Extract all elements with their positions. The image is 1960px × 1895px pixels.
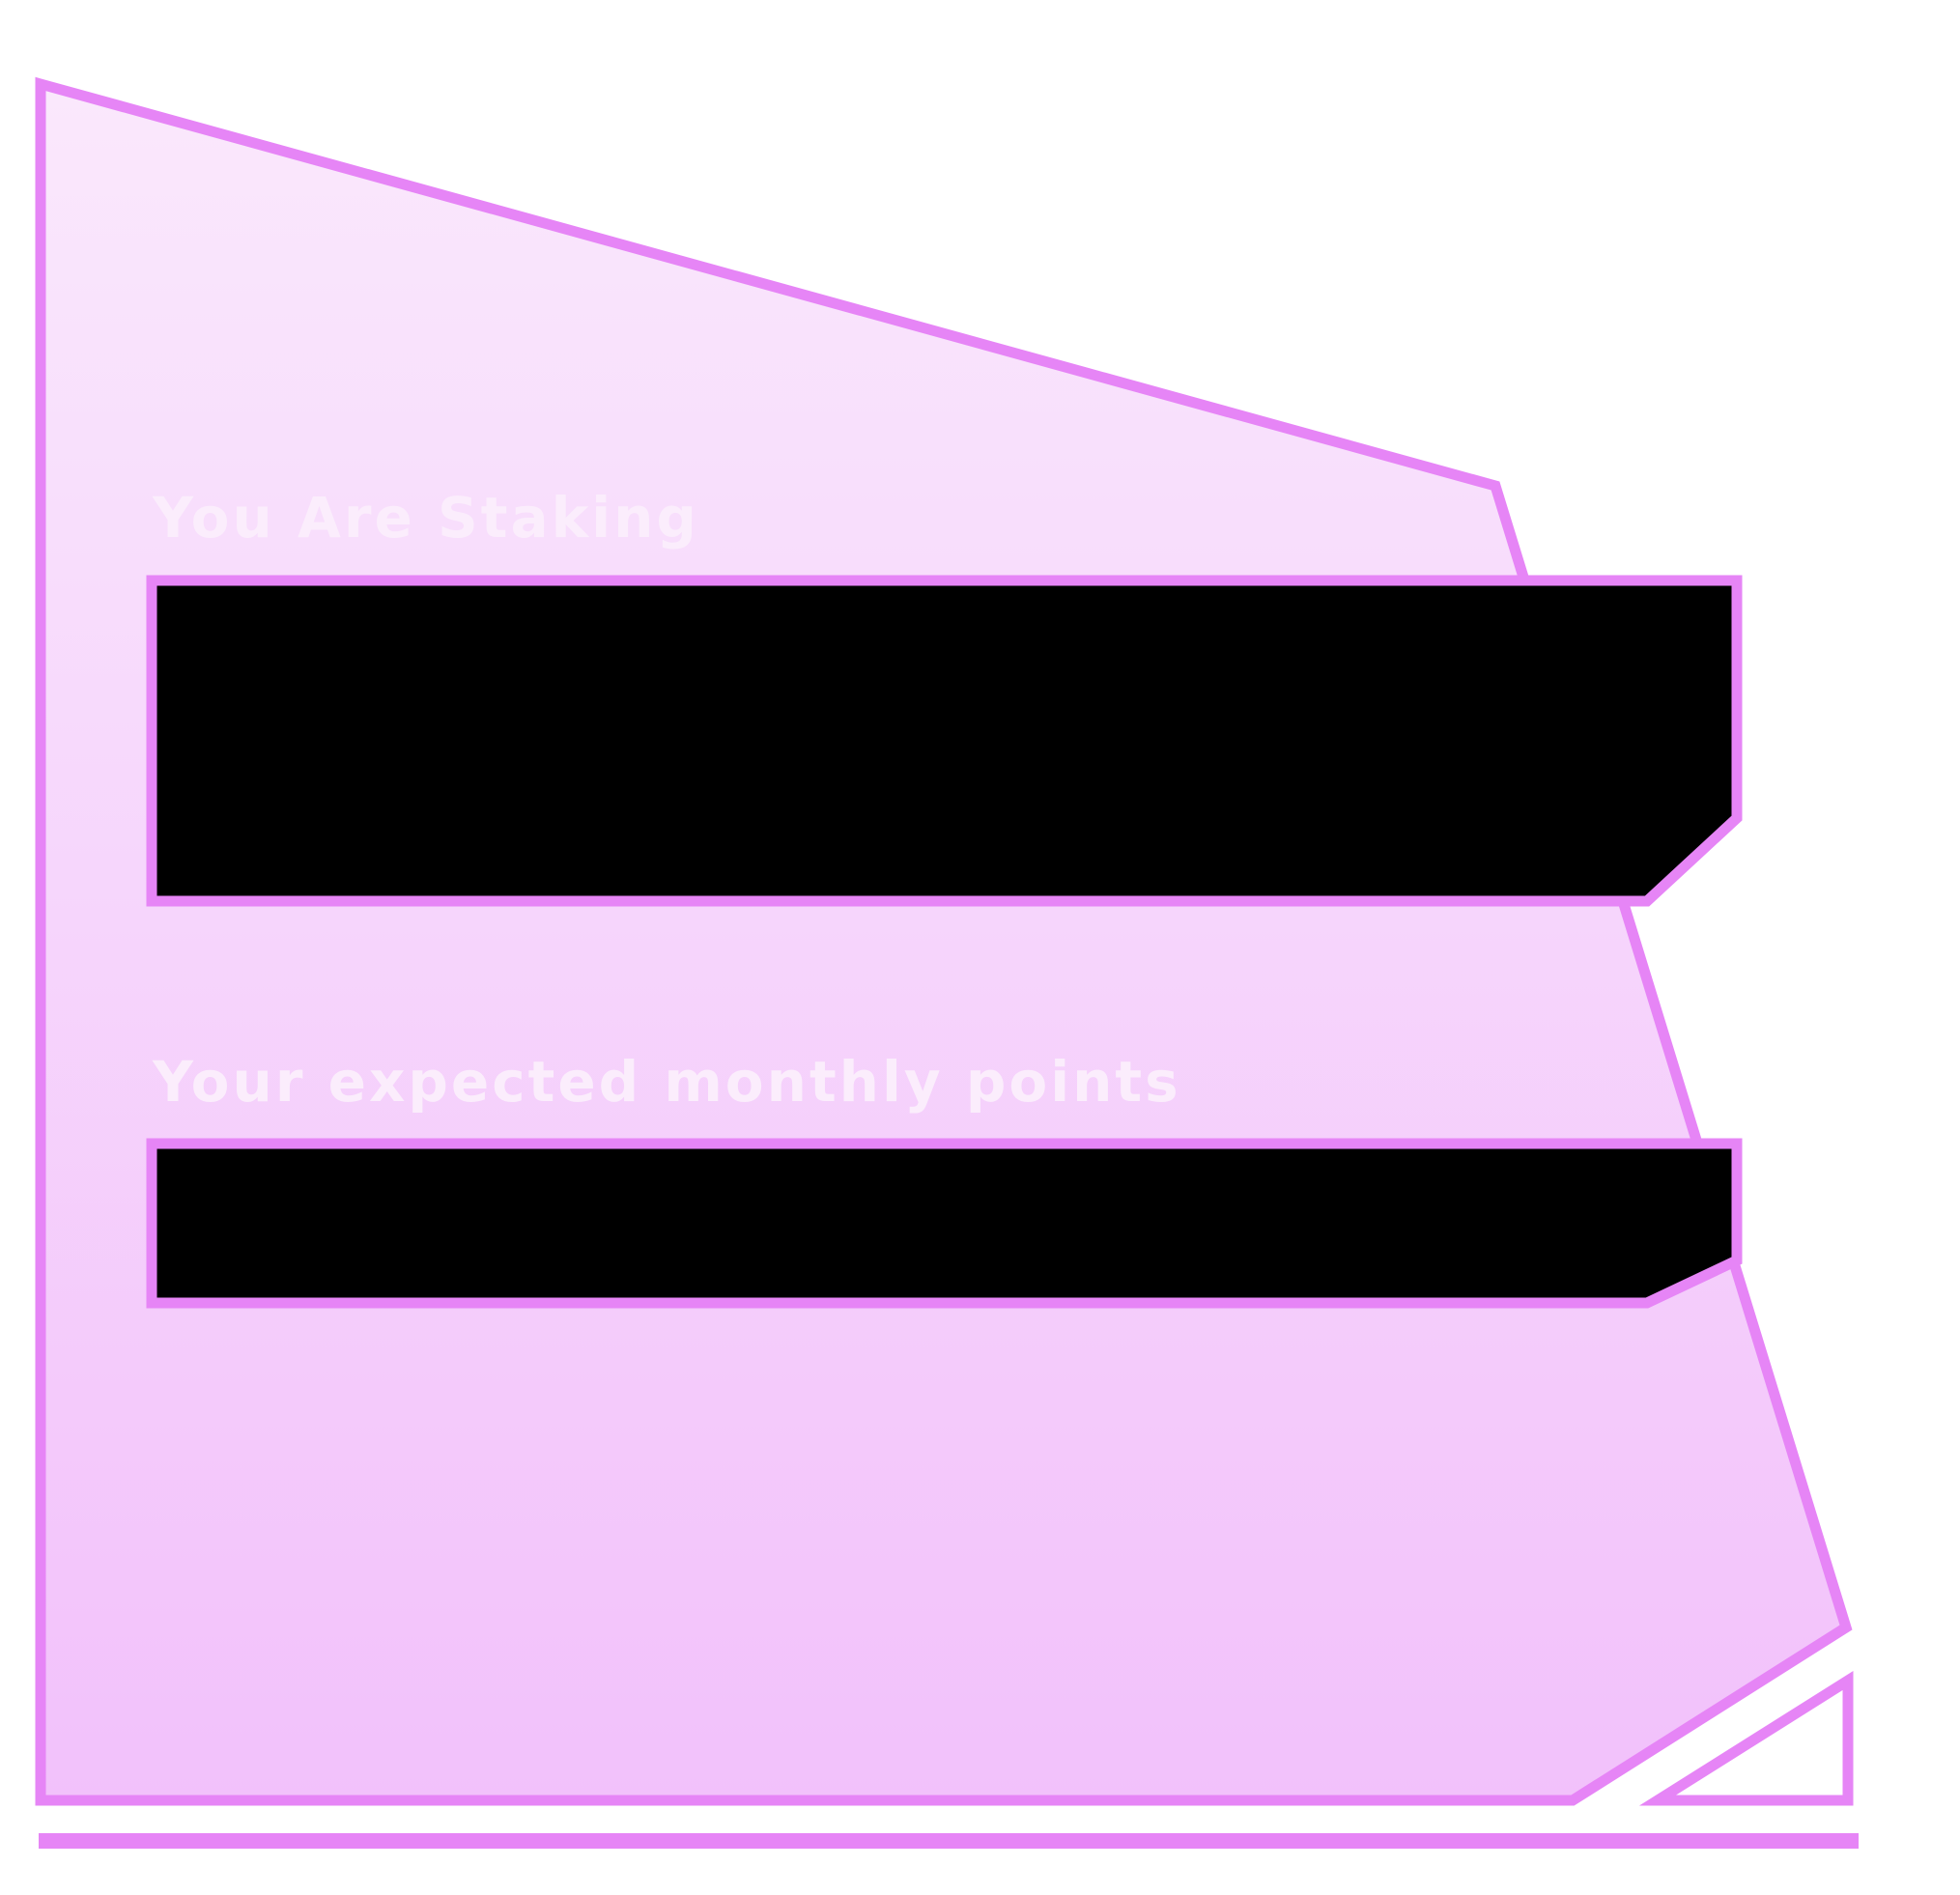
staking-label: You Are Staking [152, 485, 699, 551]
card-panel [35, 76, 1853, 1806]
staking-card: You Are Staking Your expected monthly po… [35, 76, 1859, 1849]
bottom-divider [39, 1833, 1859, 1849]
monthly-points-field [146, 1138, 1743, 1309]
monthly-points-label: Your expected monthly points [152, 1049, 1181, 1115]
staking-amount-field[interactable] [146, 575, 1743, 907]
